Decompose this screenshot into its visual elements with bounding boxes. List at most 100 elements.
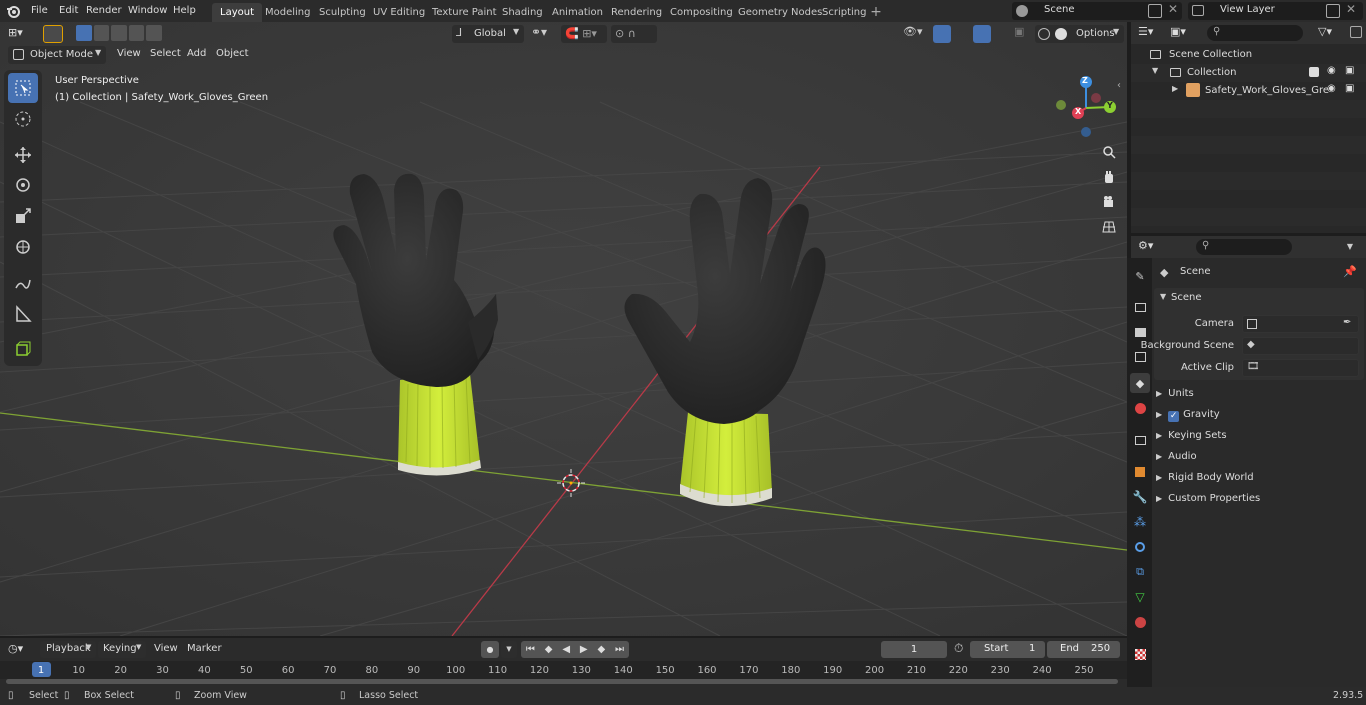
data-properties-icon[interactable]: ▽ bbox=[1130, 587, 1150, 607]
eye-icon[interactable]: ◉ bbox=[1327, 83, 1336, 94]
outliner-editor-type-icon[interactable]: ☰▾ bbox=[1138, 25, 1153, 38]
end-frame-field[interactable]: End 250 bbox=[1047, 641, 1120, 658]
stopwatch-icon[interactable]: ⏱ bbox=[954, 641, 963, 656]
3d-viewport[interactable] bbox=[0, 22, 1127, 636]
outliner-search-input[interactable]: ⚲ bbox=[1207, 25, 1303, 41]
editor-type-icon[interactable]: ⊞▾ bbox=[8, 25, 34, 41]
object-properties-icon[interactable] bbox=[1130, 462, 1150, 482]
physics-properties-icon[interactable] bbox=[1130, 537, 1150, 557]
select-new-icon[interactable] bbox=[76, 25, 92, 41]
select-tool-mode[interactable] bbox=[43, 25, 63, 43]
keying-set-dropdown[interactable]: ▼ bbox=[501, 641, 517, 658]
scene-selector[interactable]: Scene ✕ bbox=[1012, 2, 1182, 20]
timeline-marker-menu[interactable]: Marker bbox=[187, 640, 222, 658]
tab-modeling[interactable]: Modeling bbox=[257, 3, 319, 22]
tool-properties-icon[interactable]: ✎ bbox=[1130, 266, 1150, 286]
panel-gravity[interactable]: ▶ ✓ Gravity bbox=[1156, 405, 1220, 425]
playback-dropdown[interactable]: Playback ▼ bbox=[40, 641, 96, 658]
gravity-checkbox[interactable]: ✓ bbox=[1168, 411, 1180, 422]
add-cube-tool[interactable] bbox=[8, 334, 38, 364]
active-clip-field[interactable]: 🎞 bbox=[1242, 359, 1359, 377]
move-tool[interactable] bbox=[8, 140, 38, 170]
navigation-gizmo[interactable]: Z Y X bbox=[1050, 72, 1122, 144]
options-dropdown[interactable]: Options ▼ bbox=[1068, 25, 1124, 43]
proportional-edit-icon[interactable]: ⊙ ∩ bbox=[611, 25, 657, 43]
keying-dropdown[interactable]: Keying ▼ bbox=[98, 641, 146, 658]
tab-uv-editing[interactable]: UV Editing bbox=[365, 3, 433, 22]
expand-arrow-icon[interactable]: ▶ bbox=[1172, 84, 1178, 93]
gizmo-toggle-icon[interactable] bbox=[933, 25, 951, 43]
close-icon[interactable]: ✕ bbox=[1346, 2, 1356, 16]
tab-scripting[interactable]: Scripting bbox=[814, 3, 874, 22]
exclude-checkbox[interactable] bbox=[1309, 67, 1319, 77]
annotate-tool[interactable] bbox=[8, 268, 38, 298]
tab-animation[interactable]: Animation bbox=[544, 3, 611, 22]
snap-group[interactable]: 🧲 ⊞▾ bbox=[561, 25, 607, 43]
camera-view-icon[interactable] bbox=[1098, 191, 1120, 213]
modifier-properties-icon[interactable]: 🔧 bbox=[1130, 487, 1150, 507]
orientation-dropdown[interactable]: ⅃ Global ▼ bbox=[452, 25, 524, 43]
measure-tool[interactable] bbox=[8, 299, 38, 329]
menu-select[interactable]: Select bbox=[150, 45, 181, 63]
pin-icon[interactable]: 📌 bbox=[1343, 265, 1357, 278]
tab-rendering[interactable]: Rendering bbox=[603, 3, 670, 22]
properties-search-input[interactable]: ⚲ bbox=[1196, 239, 1292, 255]
outliner-item-collection[interactable]: ▼ Collection ◉ ▣ bbox=[1150, 65, 1366, 81]
panel-units[interactable]: ▶ Units bbox=[1156, 384, 1194, 404]
new-collection-icon[interactable] bbox=[1350, 26, 1362, 38]
perspective-toggle-icon[interactable] bbox=[1098, 216, 1120, 238]
timeline-scrollbar[interactable] bbox=[6, 679, 1118, 684]
xray-toggle-icon[interactable]: ▣ bbox=[1014, 25, 1030, 43]
menu-file[interactable]: File bbox=[25, 0, 54, 22]
start-frame-field[interactable]: Start 1 bbox=[970, 641, 1045, 658]
panel-custom-properties[interactable]: ▶ Custom Properties bbox=[1156, 489, 1260, 509]
visibility-icon[interactable]: 👁▾ bbox=[903, 25, 929, 43]
render-properties-icon[interactable] bbox=[1130, 297, 1150, 317]
tab-texture-paint[interactable]: Texture Paint bbox=[424, 3, 505, 22]
pivot-icon[interactable]: ⚭▾ bbox=[531, 25, 555, 43]
eye-icon[interactable]: ◉ bbox=[1327, 65, 1336, 76]
overlay-toggle-icon[interactable] bbox=[973, 25, 991, 43]
menu-add[interactable]: Add bbox=[187, 45, 206, 63]
filter-icon[interactable]: ▽▾ bbox=[1318, 25, 1332, 38]
camera-restrict-icon[interactable]: ▣ bbox=[1345, 65, 1354, 76]
cursor-tool[interactable] bbox=[8, 104, 38, 134]
timeline-editor-type-icon[interactable]: ◷▾ bbox=[8, 642, 23, 655]
next-keyframe-icon[interactable]: ◆ bbox=[597, 644, 605, 655]
camera-field[interactable]: ✒ bbox=[1242, 315, 1359, 333]
panel-keying-sets[interactable]: ▶ Keying Sets bbox=[1156, 426, 1227, 446]
select-intersect-icon[interactable] bbox=[146, 25, 162, 41]
tab-compositing[interactable]: Compositing bbox=[662, 3, 741, 22]
transform-tool[interactable] bbox=[8, 232, 38, 262]
current-frame-field[interactable]: 1 bbox=[881, 641, 947, 658]
constraints-properties-icon[interactable]: ⧉ bbox=[1130, 562, 1150, 582]
blender-logo-icon[interactable] bbox=[6, 4, 20, 18]
panel-audio[interactable]: ▶ Audio bbox=[1156, 447, 1197, 467]
menu-help[interactable]: Help bbox=[167, 0, 202, 22]
display-mode-icon[interactable]: ▣▾ bbox=[1170, 25, 1186, 38]
close-icon[interactable]: ✕ bbox=[1168, 2, 1178, 16]
tab-layout[interactable]: Layout bbox=[212, 3, 262, 22]
jump-end-icon[interactable]: ⏭ bbox=[615, 644, 624, 655]
texture-properties-icon[interactable] bbox=[1130, 644, 1150, 664]
outliner-item-object[interactable]: ▶ Safety_Work_Gloves_Gre ◉ ▣ bbox=[1150, 83, 1366, 99]
world-properties-icon[interactable] bbox=[1130, 398, 1150, 418]
expand-arrow-icon[interactable]: ▼ bbox=[1152, 66, 1158, 75]
properties-editor-type-icon[interactable]: ⚙▾ bbox=[1138, 239, 1153, 252]
add-workspace-button[interactable]: + bbox=[869, 5, 883, 19]
timeline-view-menu[interactable]: View bbox=[154, 640, 178, 658]
select-extend-icon[interactable] bbox=[93, 25, 110, 41]
sidebar-toggle-icon[interactable]: ‹ bbox=[1117, 80, 1121, 91]
select-mode-group[interactable] bbox=[76, 25, 162, 43]
background-scene-field[interactable]: ◆ bbox=[1242, 337, 1359, 355]
pan-hand-icon[interactable] bbox=[1098, 166, 1120, 188]
prev-keyframe-icon[interactable]: ◆ bbox=[545, 644, 553, 655]
select-invert-icon[interactable] bbox=[128, 25, 145, 41]
select-subtract-icon[interactable] bbox=[111, 25, 127, 41]
menu-view[interactable]: View bbox=[117, 45, 141, 63]
jump-start-icon[interactable]: ⏮ bbox=[526, 644, 535, 655]
material-properties-icon[interactable] bbox=[1130, 612, 1150, 632]
new-view-layer-icon[interactable] bbox=[1326, 4, 1340, 18]
particles-properties-icon[interactable]: ⁂ bbox=[1130, 512, 1150, 532]
wireframe-shading-icon[interactable] bbox=[1037, 28, 1050, 40]
